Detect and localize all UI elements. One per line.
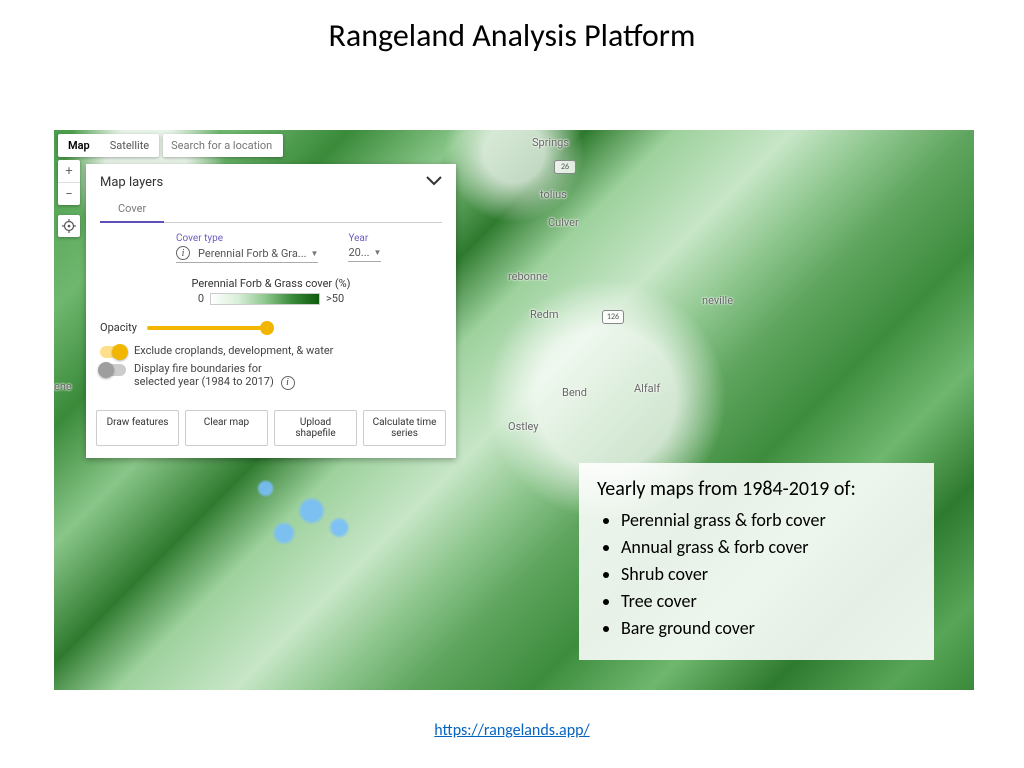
map-label: Bend <box>562 386 587 399</box>
cover-type-value: Perennial Forb & Gra... <box>198 247 307 260</box>
info-icon[interactable]: i <box>176 246 190 260</box>
legend-title: Perennial Forb & Grass cover (%) <box>106 277 436 290</box>
calculate-timeseries-button[interactable]: Calculate time series <box>363 410 446 446</box>
target-icon <box>62 219 76 233</box>
map-label: Alfalf <box>634 382 660 395</box>
tab-rest <box>164 196 442 223</box>
map-label: neville <box>702 294 733 307</box>
search-input[interactable] <box>163 134 283 157</box>
toggle-exclude-croplands[interactable] <box>100 346 126 358</box>
zoom-in-button[interactable]: + <box>58 160 80 182</box>
map-label: Culver <box>548 216 579 229</box>
toggle-fire-boundaries[interactable] <box>100 364 126 376</box>
cover-type-label: Cover type <box>176 233 318 244</box>
chevron-down-icon: ▼ <box>311 249 319 258</box>
route-badge: 26 <box>554 160 576 174</box>
opacity-slider[interactable] <box>147 326 267 330</box>
year-value: 20... <box>348 246 369 259</box>
tab-cover[interactable]: Cover <box>100 196 164 223</box>
upload-shapefile-button[interactable]: Upload shapefile <box>274 410 357 446</box>
toggle-knob <box>98 362 114 378</box>
map-label: Springs <box>532 136 569 149</box>
year-select[interactable]: 20... ▼ <box>348 246 381 262</box>
map-label: tolius <box>540 188 567 201</box>
draw-features-button[interactable]: Draw features <box>96 410 179 446</box>
collapse-panel-button[interactable] <box>426 174 442 190</box>
opacity-label: Opacity <box>100 321 137 334</box>
locate-button[interactable] <box>58 215 80 237</box>
map-label: Ostley <box>508 420 539 433</box>
chevron-down-icon <box>426 176 442 186</box>
list-item: Perennial grass & forb cover <box>621 507 916 534</box>
map-label: ene <box>54 380 72 393</box>
zoom-out-button[interactable]: − <box>58 183 80 205</box>
toggle-knob <box>112 344 128 360</box>
legend-max: >50 <box>326 292 344 305</box>
map-layers-panel: Map layers Cover Cover type i Perennial … <box>86 164 456 458</box>
legend-ramp <box>210 293 320 305</box>
chevron-down-icon: ▼ <box>374 248 382 257</box>
slider-thumb[interactable] <box>260 321 274 335</box>
list-item: Annual grass & forb cover <box>621 534 916 561</box>
list-item: Tree cover <box>621 588 916 615</box>
zoom-control[interactable]: + − <box>58 160 80 205</box>
map-type-satellite[interactable]: Satellite <box>100 134 159 157</box>
info-overlay-box: Yearly maps from 1984-2019 of: Perennial… <box>579 463 934 660</box>
clear-map-button[interactable]: Clear map <box>185 410 268 446</box>
info-icon[interactable]: i <box>281 376 295 390</box>
map-type-map[interactable]: Map <box>58 134 100 157</box>
source-url-link[interactable]: https://rangelands.app/ <box>434 721 589 740</box>
list-item: Bare ground cover <box>621 615 916 642</box>
toggle-exclude-label: Exclude croplands, development, & water <box>134 344 333 357</box>
info-list: Perennial grass & forb cover Annual gras… <box>597 507 916 642</box>
year-label: Year <box>348 233 381 244</box>
page-title: Rangeland Analysis Platform <box>0 0 1024 63</box>
map-canvas[interactable]: Springs tolius Culver rebonne Redm nevil… <box>54 130 974 690</box>
cover-type-select[interactable]: i Perennial Forb & Gra... ▼ <box>176 246 318 263</box>
panel-title: Map layers <box>100 175 163 190</box>
map-type-switch[interactable]: Map Satellite <box>58 134 159 157</box>
route-badge: 126 <box>602 310 624 324</box>
info-heading: Yearly maps from 1984-2019 of: <box>597 477 916 501</box>
list-item: Shrub cover <box>621 561 916 588</box>
legend-min: 0 <box>198 292 204 305</box>
footer-link: https://rangelands.app/ <box>0 721 1024 740</box>
toggle-fire-label: Display fire boundaries for selected yea… <box>134 362 299 390</box>
map-label: Redm <box>530 308 558 321</box>
map-label: rebonne <box>508 270 548 283</box>
color-legend: Perennial Forb & Grass cover (%) 0 >50 <box>86 267 456 311</box>
